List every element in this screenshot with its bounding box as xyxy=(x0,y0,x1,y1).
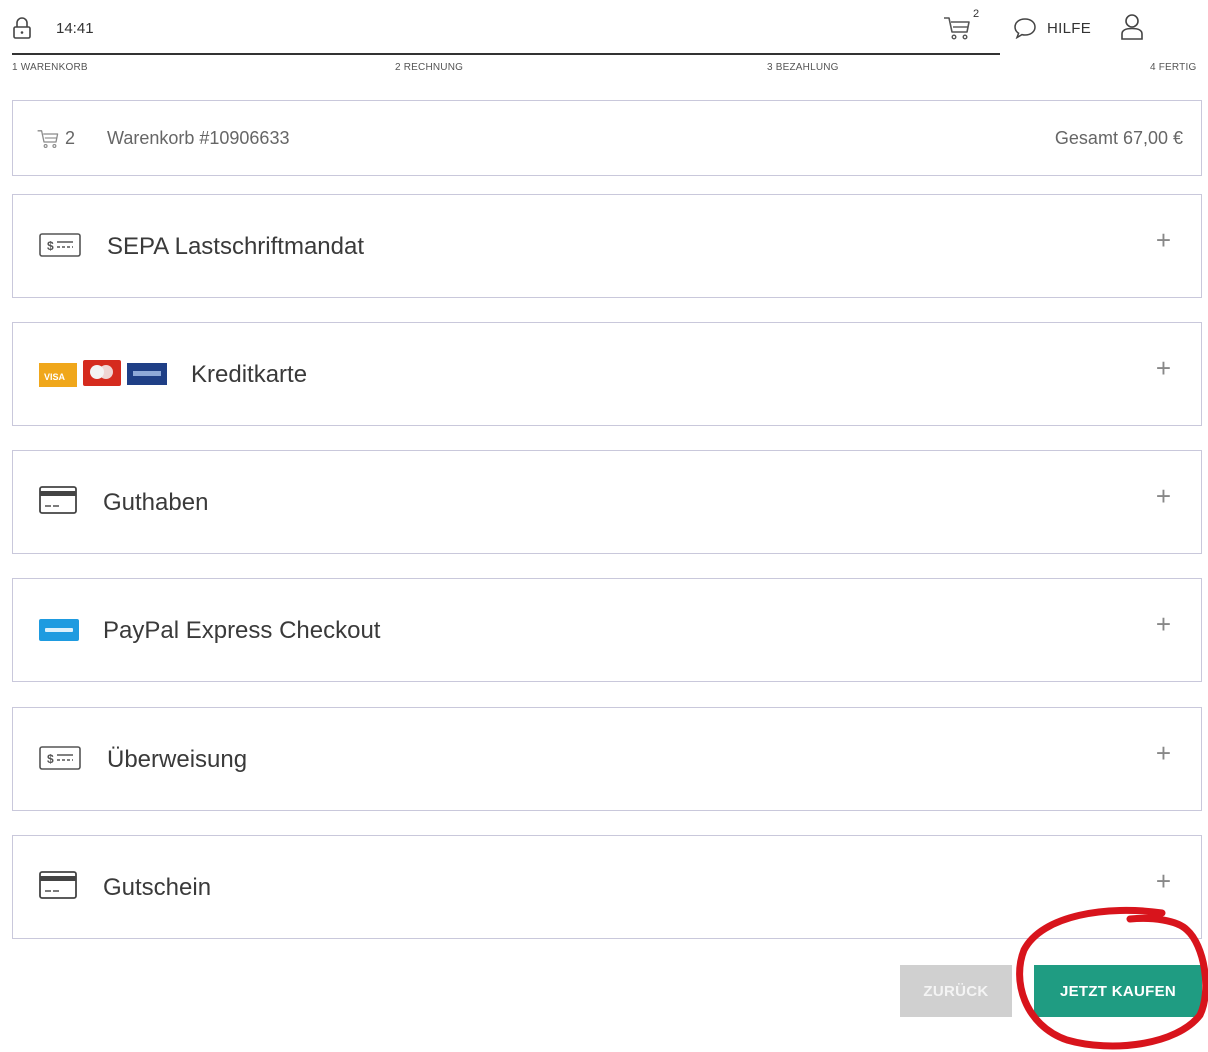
expand-plus-icon[interactable]: + xyxy=(1156,609,1171,640)
payment-method-label: PayPal Express Checkout xyxy=(103,617,381,644)
step-bezahlung: 3 BEZAHLUNG xyxy=(767,62,839,73)
top-bar: 14:41 2 HILFE xyxy=(0,0,1208,58)
expand-plus-icon[interactable]: + xyxy=(1156,738,1171,769)
chat-bubble-icon[interactable] xyxy=(1013,17,1037,39)
cart-icon xyxy=(37,130,59,149)
sepa-icon: $ xyxy=(39,233,81,257)
credit-card-logos-icon: VISA xyxy=(39,360,167,387)
lock-icon xyxy=(13,17,31,39)
clock-time: 14:41 xyxy=(56,20,94,37)
expand-plus-icon[interactable]: + xyxy=(1156,353,1171,384)
cart-quantity: 2 xyxy=(65,128,76,148)
checkout-progress-bar xyxy=(12,53,1000,55)
payment-method-kreditkarte[interactable]: VISA Kreditkarte + xyxy=(12,322,1202,426)
payment-method-label: Guthaben xyxy=(103,489,209,516)
expand-plus-icon[interactable]: + xyxy=(1156,225,1171,256)
step-rechnung: 2 RECHNUNG xyxy=(395,62,464,73)
card-icon xyxy=(39,486,77,514)
payment-method-paypal[interactable]: PayPal Express Checkout + xyxy=(12,578,1202,682)
step-fertig: 4 FERTIG xyxy=(1150,62,1197,73)
red-circle-annotation xyxy=(1016,906,1208,1050)
voucher-card-icon xyxy=(39,871,77,899)
cart-total: Gesamt 67,00 € xyxy=(1054,128,1183,148)
help-link[interactable]: HILFE xyxy=(1047,20,1091,37)
cart-summary: 2 Warenkorb #10906633 Gesamt 67,00 € xyxy=(12,100,1202,176)
back-button[interactable]: ZURÜCK xyxy=(900,965,1012,1017)
payment-method-label: Überweisung xyxy=(107,746,248,773)
step-warenkorb: 1 WARENKORB xyxy=(12,62,88,73)
payment-method-guthaben[interactable]: Guthaben + xyxy=(12,450,1202,554)
payment-method-sepa[interactable]: $ SEPA Lastschriftmandat + xyxy=(12,194,1202,298)
cart-count-badge: 2 xyxy=(973,8,980,20)
payment-method-label: Kreditkarte xyxy=(191,361,308,388)
paypal-icon xyxy=(39,619,79,641)
svg-text:VISA: VISA xyxy=(44,372,66,382)
svg-text:$: $ xyxy=(47,752,54,766)
user-icon[interactable] xyxy=(1120,13,1144,41)
expand-plus-icon[interactable]: + xyxy=(1156,481,1171,512)
cart-number: Warenkorb #10906633 xyxy=(107,128,290,148)
svg-text:$: $ xyxy=(47,239,54,253)
payment-method-ueberweisung[interactable]: $ Überweisung + xyxy=(12,707,1202,811)
payment-method-label: SEPA Lastschriftmandat xyxy=(107,233,365,260)
expand-plus-icon[interactable]: + xyxy=(1156,866,1171,897)
cart-icon[interactable] xyxy=(942,12,972,42)
transfer-icon: $ xyxy=(39,746,81,770)
payment-method-label: Gutschein xyxy=(103,874,212,901)
